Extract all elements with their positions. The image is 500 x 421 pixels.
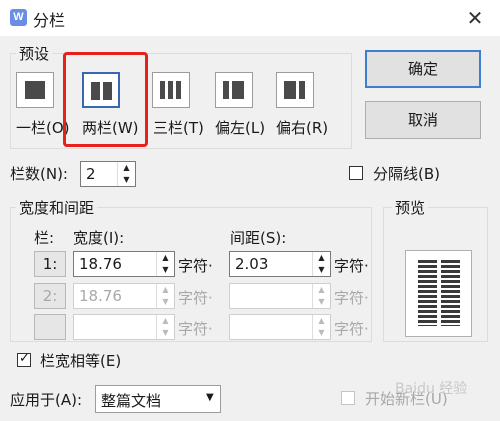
spacing-arrows-1[interactable]: ▲ ▼ bbox=[312, 252, 330, 276]
apply-to-select[interactable]: 整篇文档 ▼ bbox=[95, 385, 221, 413]
width-header: 宽度(I): bbox=[73, 229, 125, 247]
spin-down-icon[interactable]: ▼ bbox=[313, 264, 330, 276]
width-value-2: 18.76 bbox=[79, 287, 122, 305]
spin-up-icon[interactable]: ▲ bbox=[313, 252, 330, 264]
title-bar bbox=[0, 0, 500, 36]
close-icon[interactable]: ✕ bbox=[460, 4, 490, 32]
spin-down-icon: ▼ bbox=[318, 297, 325, 306]
column-number-1: 1: bbox=[34, 251, 66, 277]
width-spacing-group-label: 宽度和间距 bbox=[16, 197, 98, 218]
new-column-checkbox bbox=[341, 391, 355, 405]
spacing-header: 间距(S): bbox=[230, 229, 287, 247]
preset-three-column-button[interactable] bbox=[152, 72, 190, 108]
width-arrows-2: ▲ ▼ bbox=[156, 284, 174, 308]
width-arrows-1[interactable]: ▲ ▼ bbox=[156, 252, 174, 276]
spin-down-icon[interactable]: ▼ bbox=[157, 264, 174, 276]
columns-count-arrows[interactable]: ▲ ▼ bbox=[117, 162, 135, 186]
preset-one-column-button[interactable] bbox=[16, 72, 54, 108]
preset-left-label: 偏左(L) bbox=[215, 119, 266, 137]
preset-three-column-label: 三栏(T) bbox=[153, 119, 204, 137]
spin-up-icon: ▲ bbox=[318, 285, 325, 294]
width-value-1: 18.76 bbox=[79, 255, 122, 273]
preset-one-column-label: 一栏(O) bbox=[16, 119, 70, 137]
spacing-unit-2: 字符· bbox=[334, 289, 369, 307]
col-header: 栏: bbox=[34, 229, 55, 247]
apply-to-value: 整篇文档 bbox=[101, 392, 162, 410]
spin-up-icon: ▲ bbox=[162, 316, 169, 325]
separator-line-checkbox[interactable] bbox=[349, 166, 363, 180]
spin-up-icon[interactable]: ▲ bbox=[157, 252, 174, 264]
watermark: Baidu 经验 bbox=[395, 381, 468, 397]
equal-width-checkbox[interactable]: ✓ bbox=[17, 351, 31, 367]
column-number-3 bbox=[34, 314, 66, 340]
width-input-2: 18.76 ▲ ▼ bbox=[73, 283, 175, 309]
preview-page bbox=[405, 250, 472, 337]
preview-column-right bbox=[441, 260, 460, 326]
spacing-unit-3: 字符· bbox=[334, 320, 369, 338]
columns-count-value: 2 bbox=[86, 165, 96, 183]
width-unit-1: 字符· bbox=[178, 257, 213, 275]
spacing-input-1[interactable]: 2.03 ▲ ▼ bbox=[229, 251, 331, 277]
column-number-2: 2: bbox=[34, 283, 66, 309]
columns-count-label: 栏数(N): bbox=[10, 165, 68, 183]
spacing-arrows-2: ▲ ▼ bbox=[312, 284, 330, 308]
spin-down-icon: ▼ bbox=[318, 328, 325, 337]
width-unit-2: 字符· bbox=[178, 289, 213, 307]
columns-count-stepper[interactable]: 2 ▲ ▼ bbox=[80, 161, 136, 187]
spacing-value-1: 2.03 bbox=[235, 255, 269, 273]
spin-up-icon[interactable]: ▲ bbox=[118, 162, 135, 174]
spin-up-icon: ▲ bbox=[162, 285, 169, 294]
preset-left-button[interactable] bbox=[215, 72, 253, 108]
cancel-button[interactable]: 取消 bbox=[365, 101, 481, 139]
spin-down-icon: ▼ bbox=[162, 297, 169, 306]
three-column-icon bbox=[159, 79, 183, 101]
preview-group-label: 预览 bbox=[392, 197, 429, 218]
preset-right-button[interactable] bbox=[276, 72, 314, 108]
spin-up-icon: ▲ bbox=[318, 316, 325, 325]
spacing-input-2: ▲ ▼ bbox=[229, 283, 331, 309]
spacing-unit-1: 字符· bbox=[334, 257, 369, 275]
ok-button[interactable]: 确定 bbox=[365, 50, 481, 88]
highlight-box bbox=[63, 52, 148, 147]
preview-column-left bbox=[418, 260, 437, 326]
dialog-title: 分栏 bbox=[33, 11, 66, 30]
spin-down-icon: ▼ bbox=[162, 328, 169, 337]
width-unit-3: 字符· bbox=[178, 320, 213, 338]
width-input-1[interactable]: 18.76 ▲ ▼ bbox=[73, 251, 175, 277]
one-column-icon bbox=[23, 79, 47, 101]
width-arrows-3: ▲ ▼ bbox=[156, 315, 174, 339]
apply-to-label: 应用于(A): bbox=[10, 391, 83, 409]
spin-down-icon[interactable]: ▼ bbox=[118, 174, 135, 186]
left-column-icon bbox=[222, 79, 246, 101]
wps-writer-icon: W bbox=[10, 9, 27, 26]
separator-line-label: 分隔线(B) bbox=[373, 165, 440, 183]
right-column-icon bbox=[283, 79, 307, 101]
preset-right-label: 偏右(R) bbox=[276, 119, 329, 137]
equal-width-label: 栏宽相等(E) bbox=[40, 352, 122, 370]
dropdown-arrow-icon[interactable]: ▼ bbox=[206, 392, 214, 403]
presets-group-label: 预设 bbox=[16, 43, 53, 64]
spacing-arrows-3: ▲ ▼ bbox=[312, 315, 330, 339]
checkmark-icon: ✓ bbox=[19, 351, 30, 366]
width-input-3: ▲ ▼ bbox=[73, 314, 175, 340]
spacing-input-3: ▲ ▼ bbox=[229, 314, 331, 340]
